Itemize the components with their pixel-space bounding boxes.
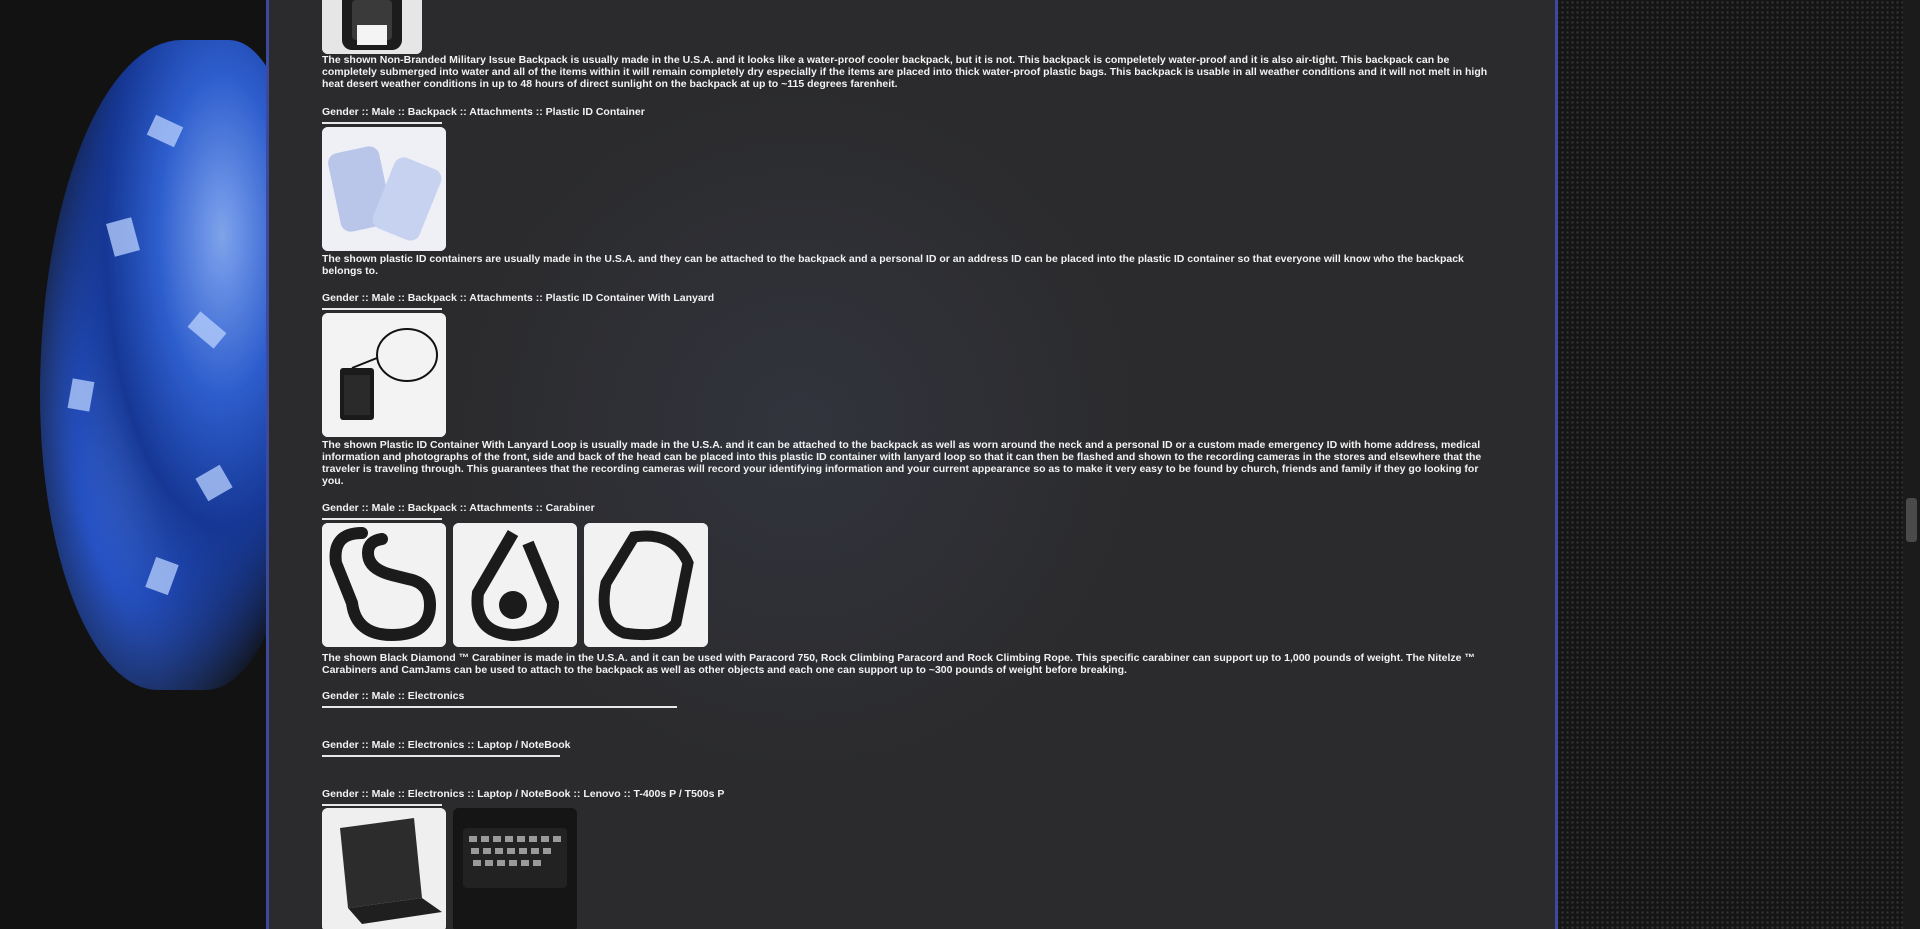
plastic-id-image[interactable]	[322, 127, 446, 251]
carabiner-desc-section: The shown Black Diamond ™ Carabiner is m…	[322, 652, 1502, 676]
heading-block: Gender :: Male :: Electronics :: Laptop …	[322, 784, 724, 806]
laptop-image-1[interactable]	[322, 808, 446, 929]
plastic-id-desc-section: The shown plastic ID containers are usua…	[322, 253, 1502, 277]
carabiner-image-3[interactable]	[584, 523, 708, 647]
heading-underline	[322, 804, 442, 806]
laptop-heading: Gender :: Male :: Electronics :: Laptop …	[322, 739, 571, 751]
heading-block: Gender :: Male :: Backpack :: Attachment…	[322, 498, 595, 520]
backpack-description: The shown Non-Branded Military Issue Bac…	[322, 54, 1488, 90]
heading-underline	[322, 706, 677, 708]
heading-underline	[322, 308, 442, 310]
laptop-section: Gender :: Male :: Electronics :: Laptop …	[322, 735, 1502, 757]
plastic-id-heading: Gender :: Male :: Backpack :: Attachment…	[322, 106, 645, 118]
backpack-section: The shown Non-Branded Military Issue Bac…	[322, 54, 1502, 90]
plastic-id-description: The shown plastic ID containers are usua…	[322, 253, 1464, 277]
carabiner-section: Gender :: Male :: Backpack :: Attachment…	[322, 498, 1502, 520]
right-background-texture	[1555, 0, 1920, 929]
scrollbar-thumb[interactable]	[1906, 498, 1917, 542]
carabiner-photo-icon	[453, 523, 577, 647]
heading-block: Gender :: Male :: Backpack :: Attachment…	[322, 288, 714, 310]
lenovo-heading: Gender :: Male :: Electronics :: Laptop …	[322, 788, 725, 800]
electronics-section: Gender :: Male :: Electronics	[322, 686, 1502, 708]
lanyard-section: Gender :: Male :: Backpack :: Attachment…	[322, 288, 1502, 310]
heading-underline	[322, 755, 560, 757]
left-background-art	[0, 0, 268, 929]
page-scrollbar[interactable]	[1903, 0, 1920, 929]
plastic-id-container-photo-icon	[322, 127, 446, 251]
electronics-heading: Gender :: Male :: Electronics	[322, 690, 465, 702]
plastic-id-section: Gender :: Male :: Backpack :: Attachment…	[322, 102, 1502, 124]
lenovo-section: Gender :: Male :: Electronics :: Laptop …	[322, 784, 1502, 806]
laptop-keyboard-photo-icon	[453, 808, 577, 929]
carabiner-photo-icon	[584, 523, 708, 647]
carabiner-image-2[interactable]	[453, 523, 577, 647]
heading-underline	[322, 122, 442, 124]
backpack-photo-icon	[322, 0, 422, 54]
id-lanyard-photo-icon	[322, 313, 446, 437]
laptop-image-2[interactable]	[453, 808, 577, 929]
lanyard-heading: Gender :: Male :: Backpack :: Attachment…	[322, 292, 715, 304]
carabiner-photo-icon	[322, 523, 446, 647]
lanyard-desc-section: The shown Plastic ID Container With Lany…	[322, 439, 1502, 487]
laptop-photo-icon	[322, 808, 446, 929]
lanyard-image[interactable]	[322, 313, 446, 437]
carabiner-image-1[interactable]	[322, 523, 446, 647]
content-panel: The shown Non-Branded Military Issue Bac…	[266, 0, 1558, 929]
heading-underline	[322, 518, 442, 520]
lanyard-description: The shown Plastic ID Container With Lany…	[322, 439, 1482, 487]
backpack-image[interactable]	[322, 0, 422, 54]
carabiner-heading: Gender :: Male :: Backpack :: Attachment…	[322, 502, 595, 514]
heading-block: Gender :: Male :: Backpack :: Attachment…	[322, 102, 645, 124]
carabiner-description: The shown Black Diamond ™ Carabiner is m…	[322, 652, 1475, 676]
